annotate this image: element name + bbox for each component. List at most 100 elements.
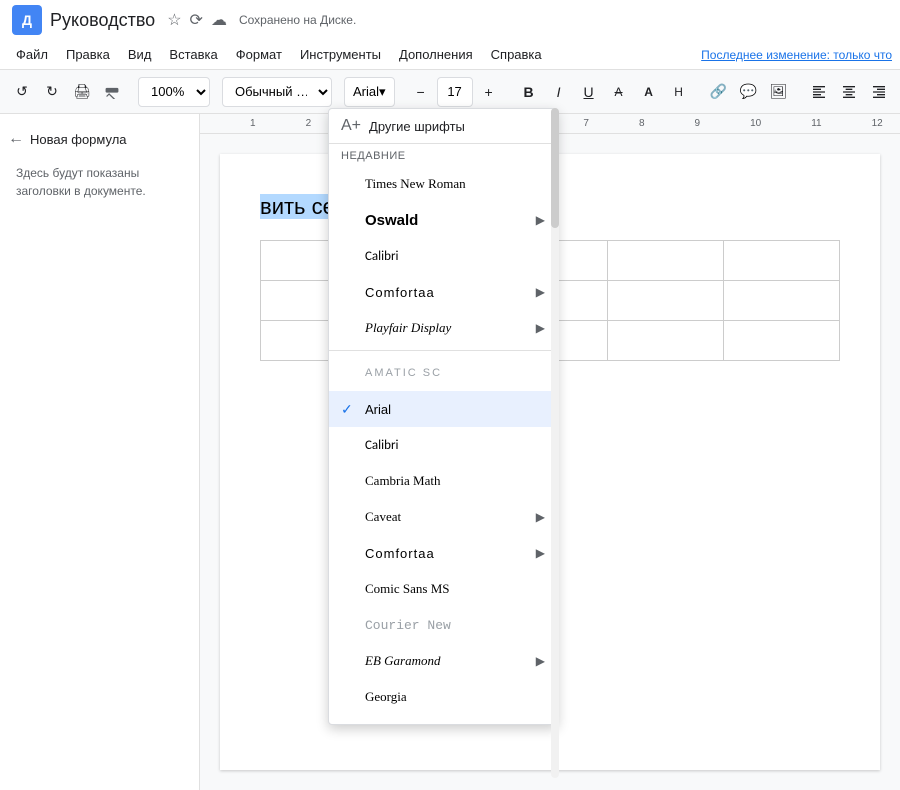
menu-tools[interactable]: Инструменты: [292, 43, 389, 66]
history-icon[interactable]: ⟳: [190, 10, 203, 30]
font-item-left: Cambria Math: [341, 473, 440, 489]
font-name-label: Courier New: [365, 618, 451, 633]
ruler-mark-11: 11: [811, 118, 821, 129]
checkmark-icon: ✓: [341, 401, 357, 418]
font-name-label: Calibri: [365, 438, 398, 453]
font-size-decrease[interactable]: −: [407, 76, 435, 108]
table-cell[interactable]: [608, 241, 724, 281]
font-item-left: Amatic SC: [341, 367, 442, 379]
bold-button[interactable]: B: [515, 76, 543, 108]
font-item-playfair[interactable]: Playfair Display ▶: [329, 310, 557, 346]
align-right-button[interactable]: [865, 76, 893, 108]
menu-addons[interactable]: Дополнения: [391, 43, 481, 66]
italic-button[interactable]: I: [545, 76, 573, 108]
chevron-right-icon: ▶: [536, 654, 545, 668]
font-item-caveat[interactable]: Caveat ▶: [329, 499, 557, 535]
redo-button[interactable]: ↻: [38, 76, 66, 108]
table-cell[interactable]: [724, 321, 840, 361]
font-color-button[interactable]: A: [635, 76, 663, 108]
font-select[interactable]: Arial ▾: [344, 77, 395, 107]
chevron-right-icon: ▶: [536, 321, 545, 335]
font-item-left: Georgia: [341, 689, 407, 705]
table-cell[interactable]: [608, 281, 724, 321]
font-item-left: Calibri: [341, 438, 398, 453]
undo-button[interactable]: ↺: [8, 76, 36, 108]
image-button[interactable]: 🖼: [765, 76, 793, 108]
table-cell[interactable]: [724, 241, 840, 281]
highlight-button[interactable]: H: [665, 76, 693, 108]
menu-format[interactable]: Формат: [228, 43, 290, 66]
font-other-row[interactable]: A+ Другие шрифты: [329, 109, 557, 144]
link-button[interactable]: 🔗: [705, 76, 733, 108]
font-item-left: Comfortaa: [341, 285, 435, 300]
sidebar-title: Новая формула: [30, 132, 127, 147]
ruler-mark-8: 8: [639, 118, 645, 129]
font-size-input[interactable]: [437, 77, 473, 107]
menu-file[interactable]: Файл: [8, 43, 56, 66]
font-list-divider: [329, 350, 557, 351]
comment-button[interactable]: 💬: [735, 76, 763, 108]
chevron-right-icon: ▶: [536, 510, 545, 524]
font-item-courier-new[interactable]: Courier New: [329, 607, 557, 643]
font-item-amatic[interactable]: Amatic SC: [329, 355, 557, 391]
font-dropdown: A+ Другие шрифты НЕДАВНИЕ Times New Roma…: [328, 108, 558, 725]
font-item-eb-garamond[interactable]: EB Garamond ▶: [329, 643, 557, 679]
ruler-mark-12: 12: [872, 118, 883, 129]
font-name-label: Comic Sans MS: [365, 581, 450, 597]
font-add-icon: A+: [341, 117, 361, 135]
table-cell[interactable]: [724, 281, 840, 321]
menu-edit[interactable]: Правка: [58, 43, 118, 66]
font-item-calibri[interactable]: Calibri: [329, 427, 557, 463]
font-dropdown-arrow: ▾: [379, 84, 386, 100]
font-item-oswald[interactable]: Oswald ▶: [329, 202, 557, 238]
font-item-arial[interactable]: ✓ Arial: [329, 391, 557, 427]
align-left-button[interactable]: [805, 76, 833, 108]
align-center-button[interactable]: [835, 76, 863, 108]
font-item-left: Comfortaa: [341, 546, 435, 561]
font-name-label: Arial: [365, 402, 391, 417]
sidebar-back-button[interactable]: ←: [8, 130, 24, 148]
font-size-increase[interactable]: +: [475, 76, 503, 108]
font-item-georgia[interactable]: Georgia: [329, 679, 557, 715]
sidebar: ← Новая формула Здесь будут показаны заг…: [0, 114, 200, 790]
last-edit[interactable]: Последнее изменение: только что: [701, 48, 892, 62]
font-name-label: Arial: [353, 84, 379, 99]
font-item-comfortaa[interactable]: Comfortaa ▶: [329, 535, 557, 571]
other-fonts-label[interactable]: Другие шрифты: [369, 119, 465, 134]
style-select[interactable]: Обычный …: [222, 77, 332, 107]
strikethrough-button[interactable]: A: [605, 76, 633, 108]
paint-format-button[interactable]: [98, 76, 126, 108]
chevron-right-icon: ▶: [536, 546, 545, 560]
doc-title[interactable]: Руководство: [50, 10, 155, 31]
font-name-label: Oswald: [365, 212, 418, 229]
font-name-label: Cambria Math: [365, 473, 440, 489]
font-item-left: EB Garamond: [341, 653, 440, 669]
menu-help[interactable]: Справка: [483, 43, 550, 66]
font-item-comfortaa-recent[interactable]: Comfortaa ▶: [329, 274, 557, 310]
menu-view[interactable]: Вид: [120, 43, 160, 66]
underline-button[interactable]: U: [575, 76, 603, 108]
menu-bar: Файл Правка Вид Вставка Формат Инструмен…: [0, 40, 900, 70]
font-item-cambria-math[interactable]: Cambria Math: [329, 463, 557, 499]
saved-text: Сохранено на Диске.: [239, 13, 356, 27]
font-name-label: Comfortaa: [365, 546, 435, 561]
font-name-label: Georgia: [365, 689, 407, 705]
dropdown-scrollbar-thumb[interactable]: [551, 108, 559, 228]
favorite-icon[interactable]: ☆: [167, 10, 181, 30]
font-item-comic-sans[interactable]: Comic Sans MS: [329, 571, 557, 607]
chevron-right-icon: ▶: [536, 285, 545, 299]
font-item-calibri-recent[interactable]: Calibri: [329, 238, 557, 274]
ruler-mark-7: 7: [583, 118, 589, 129]
font-item-impact[interactable]: Impact: [329, 715, 557, 724]
ruler-mark-9: 9: [695, 118, 701, 129]
font-item-left: Courier New: [341, 618, 451, 633]
font-item-left: Calibri: [341, 249, 398, 264]
justify-button[interactable]: [895, 76, 900, 108]
print-button[interactable]: 🖨: [68, 76, 96, 108]
table-cell[interactable]: [608, 321, 724, 361]
menu-insert[interactable]: Вставка: [161, 43, 225, 66]
zoom-select[interactable]: 100%: [138, 77, 210, 107]
font-item-times-new-roman[interactable]: Times New Roman: [329, 166, 557, 202]
font-item-left: Playfair Display: [341, 320, 451, 336]
title-bar: Д Руководство ☆ ⟳ ☁ Сохранено на Диске.: [0, 0, 900, 40]
